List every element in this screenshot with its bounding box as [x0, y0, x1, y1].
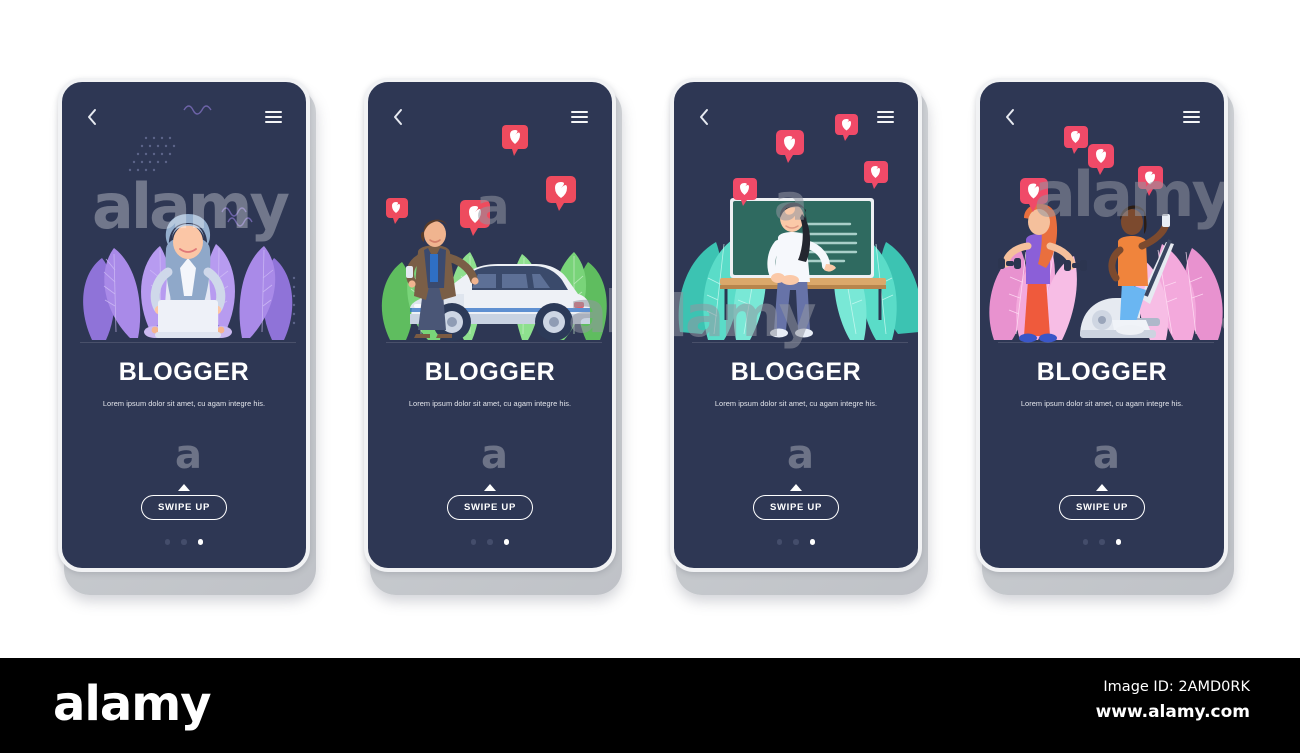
phone-screen-blogger-laptop: alamy BLOGGER Lorem ipsum dolor sit amet… — [58, 78, 310, 572]
chevron-up-icon — [1096, 484, 1108, 491]
ground-line — [386, 342, 602, 343]
alamy-footer-bar: alamy Image ID: 2AMD0RK www.alamy.com — [0, 658, 1300, 753]
page-dot-2[interactable] — [793, 539, 799, 545]
page-dot-2[interactable] — [487, 539, 493, 545]
back-button[interactable] — [86, 108, 98, 126]
page-subtitle: Lorem ipsum dolor sit amet, cu agam inte… — [714, 399, 878, 408]
chevron-up-icon — [178, 484, 190, 491]
screen-topbar — [368, 108, 612, 126]
page-indicator-dots — [62, 539, 306, 545]
page-title: BLOGGER — [118, 358, 250, 386]
chevron-up-icon — [484, 484, 496, 491]
chevron-up-icon — [790, 484, 802, 491]
watermark-letter-a: a — [175, 432, 202, 478]
alamy-logo: alamy — [53, 676, 212, 732]
page-indicator-dots — [980, 539, 1224, 545]
poster-canvas: alamy BLOGGER Lorem ipsum dolor sit amet… — [0, 0, 1300, 753]
hamburger-menu-icon[interactable] — [1183, 110, 1200, 124]
hamburger-menu-icon[interactable] — [877, 110, 894, 124]
page-indicator-dots — [368, 539, 612, 545]
page-dot-3[interactable] — [1115, 539, 1122, 545]
phone-screen-blogger-gym: alamy a BLOGGER Lorem ipsum dolor sit am… — [976, 78, 1228, 572]
chevron-left-icon — [700, 109, 708, 125]
page-subtitle: Lorem ipsum dolor sit amet, cu agam inte… — [408, 399, 572, 408]
swipe-up-area[interactable]: SWIPE UP — [980, 484, 1224, 520]
hamburger-menu-icon[interactable] — [571, 110, 588, 124]
page-dot-2[interactable] — [181, 539, 187, 545]
swipe-up-button[interactable]: SWIPE UP — [140, 495, 228, 520]
ground-line — [80, 342, 296, 343]
back-button[interactable] — [698, 108, 710, 126]
phone-mockup-1: alamy BLOGGER Lorem ipsum dolor sit amet… — [58, 78, 316, 595]
screen-topbar — [980, 108, 1224, 126]
hamburger-menu-icon[interactable] — [265, 110, 282, 124]
watermark-letter-a: a — [481, 432, 508, 478]
page-dot-3[interactable] — [809, 539, 816, 545]
image-id-label: Image ID: 2AMD0RK — [1103, 679, 1250, 695]
chevron-left-icon — [394, 109, 402, 125]
phone-mockup-3: a alamy BLOGGER Lorem ipsum dolor sit am… — [670, 78, 928, 595]
page-dot-3[interactable] — [197, 539, 204, 545]
screen-topbar — [62, 108, 306, 126]
page-dot-1[interactable] — [164, 539, 171, 545]
phone-screen-blogger-teacher: a alamy BLOGGER Lorem ipsum dolor sit am… — [670, 78, 922, 572]
swipe-up-button[interactable]: SWIPE UP — [1058, 495, 1146, 520]
back-button[interactable] — [392, 108, 404, 126]
swipe-up-area[interactable]: SWIPE UP — [368, 484, 612, 520]
page-title: BLOGGER — [424, 358, 556, 386]
swipe-up-button[interactable]: SWIPE UP — [752, 495, 840, 520]
back-button[interactable] — [1004, 108, 1016, 126]
screen-topbar — [674, 108, 918, 126]
ground-line — [998, 342, 1214, 343]
phone-mockup-4: alamy a BLOGGER Lorem ipsum dolor sit am… — [976, 78, 1234, 595]
swipe-up-area[interactable]: SWIPE UP — [62, 484, 306, 520]
page-dot-2[interactable] — [1099, 539, 1105, 545]
swipe-up-button[interactable]: SWIPE UP — [446, 495, 534, 520]
ground-line — [692, 342, 908, 343]
page-dot-1[interactable] — [470, 539, 477, 545]
phone-mockup-2: a alamy BLOGGER Lorem ipsum dolor sit am… — [364, 78, 622, 595]
phone-screen-blogger-car: a alamy BLOGGER Lorem ipsum dolor sit am… — [364, 78, 616, 572]
swipe-up-area[interactable]: SWIPE UP — [674, 484, 918, 520]
page-title: BLOGGER — [730, 358, 862, 386]
page-subtitle: Lorem ipsum dolor sit amet, cu agam inte… — [1020, 399, 1184, 408]
page-title: BLOGGER — [1036, 358, 1168, 386]
page-dot-3[interactable] — [503, 539, 510, 545]
watermark-letter-a: a — [787, 432, 814, 478]
page-dot-1[interactable] — [776, 539, 783, 545]
page-indicator-dots — [674, 539, 918, 545]
chevron-left-icon — [1006, 109, 1014, 125]
watermark-letter-a: a — [1093, 432, 1120, 478]
chevron-left-icon — [88, 109, 96, 125]
page-subtitle: Lorem ipsum dolor sit amet, cu agam inte… — [102, 399, 266, 408]
page-dot-1[interactable] — [1082, 539, 1089, 545]
alamy-url: www.alamy.com — [1095, 702, 1250, 722]
